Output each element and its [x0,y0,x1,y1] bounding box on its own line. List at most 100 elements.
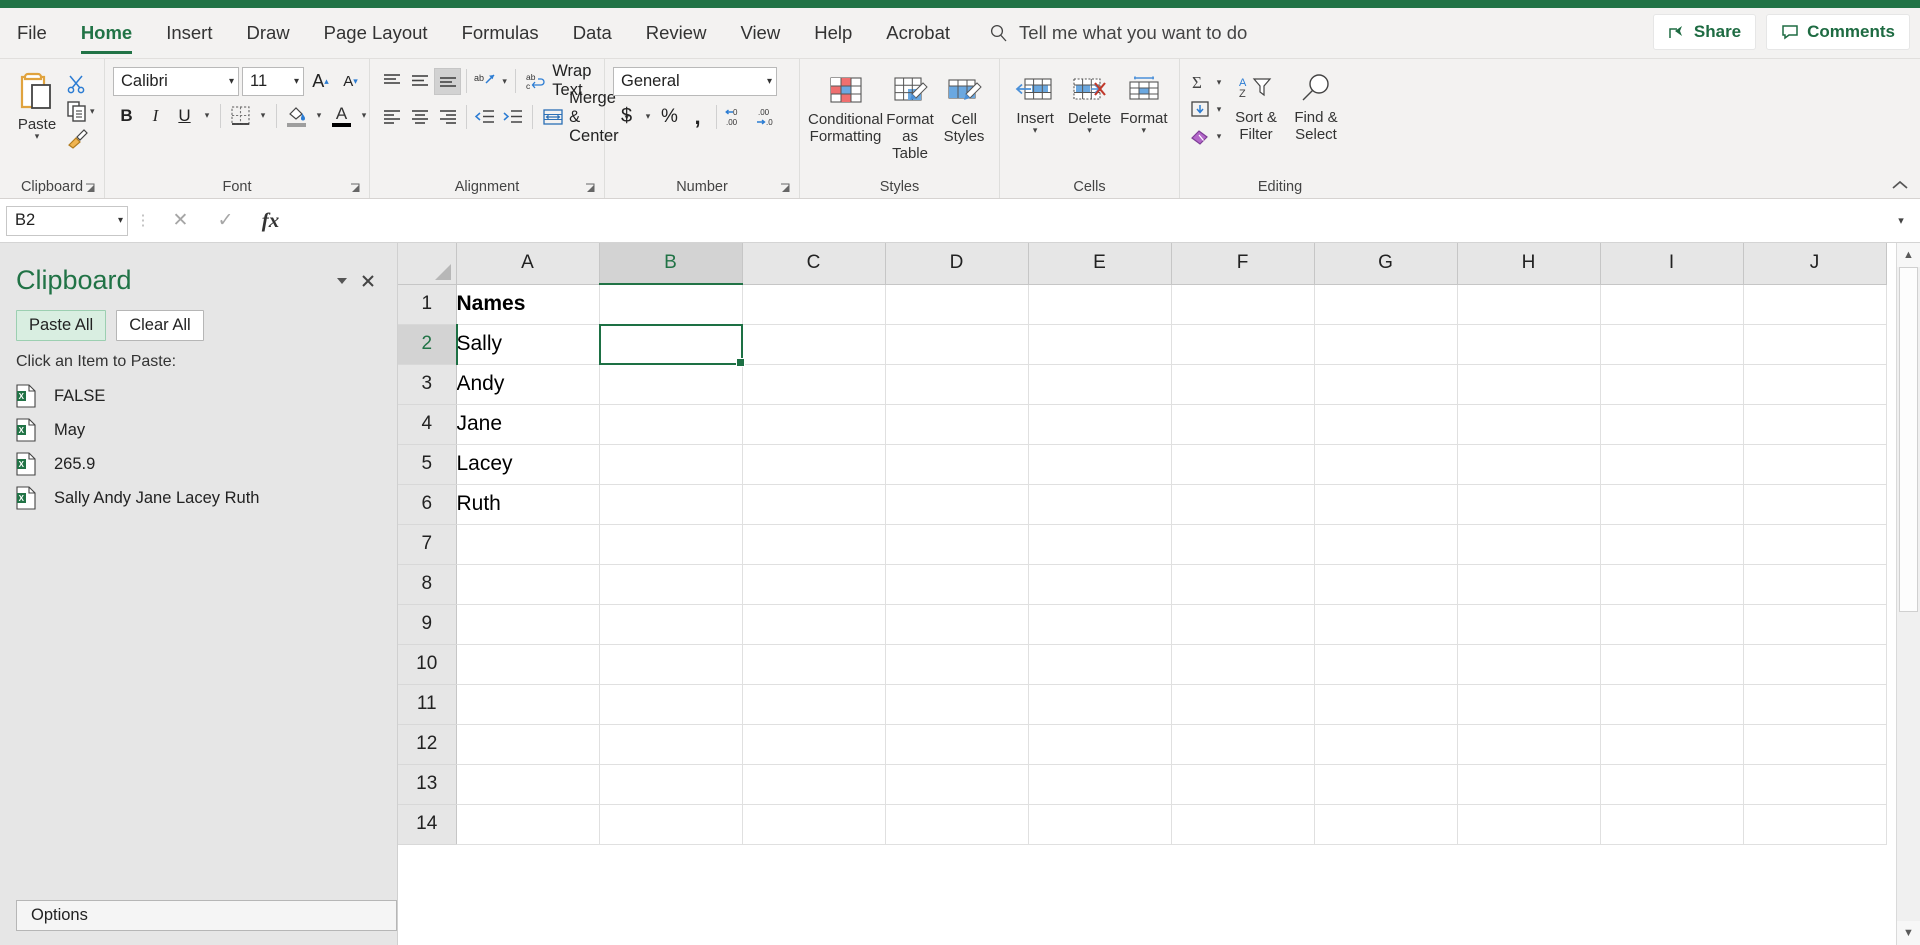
cell-g4[interactable] [1314,404,1457,444]
align-center-button[interactable] [406,104,433,131]
cell-f8[interactable] [1171,564,1314,604]
cell-a7[interactable] [456,524,599,564]
cell-d12[interactable] [885,724,1028,764]
column-header-i[interactable]: I [1600,243,1743,284]
row-header-12[interactable]: 12 [398,724,456,764]
cell-d13[interactable] [885,764,1028,804]
collapse-ribbon-button[interactable] [1890,178,1910,192]
cell-a13[interactable] [456,764,599,804]
cut-button[interactable] [66,71,95,97]
cell-d3[interactable] [885,364,1028,404]
cell-i1[interactable] [1600,284,1743,324]
italic-button[interactable]: I [142,102,169,129]
cell-i3[interactable] [1600,364,1743,404]
cell-e13[interactable] [1028,764,1171,804]
insert-cells-button[interactable]: Insert ▾ [1008,71,1062,134]
cell-e10[interactable] [1028,644,1171,684]
list-item[interactable]: X May [0,413,397,447]
cell-c13[interactable] [742,764,885,804]
cell-g7[interactable] [1314,524,1457,564]
cell-h10[interactable] [1457,644,1600,684]
cell-g10[interactable] [1314,644,1457,684]
chevron-down-icon[interactable]: ▾ [357,110,371,121]
cell-j8[interactable] [1743,564,1886,604]
cell-j12[interactable] [1743,724,1886,764]
comments-button[interactable]: Comments [1766,14,1910,50]
chevron-down-icon[interactable]: ▾ [90,108,95,115]
insert-function-button[interactable]: fx [248,206,293,236]
cell-f6[interactable] [1171,484,1314,524]
cell-a4[interactable]: Jane [456,404,599,444]
tab-insert[interactable]: Insert [149,8,229,58]
close-icon[interactable] [355,268,381,294]
cell-g3[interactable] [1314,364,1457,404]
column-header-c[interactable]: C [742,243,885,284]
expand-formula-bar-button[interactable]: ▾ [1888,214,1914,227]
paste-all-button[interactable]: Paste All [16,310,106,341]
cell-a10[interactable] [456,644,599,684]
cell-e14[interactable] [1028,804,1171,844]
cell-d2[interactable] [885,324,1028,364]
chevron-down-icon[interactable]: ▾ [500,76,510,87]
formula-bar-grip[interactable]: ⋮ [128,218,158,224]
cell-h6[interactable] [1457,484,1600,524]
cell-c11[interactable] [742,684,885,724]
list-item[interactable]: X FALSE [0,379,397,413]
cell-h4[interactable] [1457,404,1600,444]
confirm-entry-button[interactable]: ✓ [203,206,248,236]
select-all-corner[interactable] [398,243,456,284]
cell-e4[interactable] [1028,404,1171,444]
orientation-button[interactable]: ab [472,68,499,95]
cell-g6[interactable] [1314,484,1457,524]
cell-f10[interactable] [1171,644,1314,684]
chevron-down-icon[interactable]: ▾ [641,111,655,122]
autosum-button[interactable]: Σ ▾ [1188,69,1226,95]
row-header-14[interactable]: 14 [398,804,456,844]
cell-a8[interactable] [456,564,599,604]
cell-a2[interactable]: Sally [456,324,599,364]
font-name-combo[interactable]: Calibri ▾ [113,67,239,96]
cell-b12[interactable] [599,724,742,764]
cell-e5[interactable] [1028,444,1171,484]
cell-i2[interactable] [1600,324,1743,364]
cell-g13[interactable] [1314,764,1457,804]
cell-g5[interactable] [1314,444,1457,484]
cell-h12[interactable] [1457,724,1600,764]
chevron-down-icon[interactable]: ▾ [1142,127,1147,134]
cell-d8[interactable] [885,564,1028,604]
cell-e2[interactable] [1028,324,1171,364]
cell-f9[interactable] [1171,604,1314,644]
cell-c6[interactable] [742,484,885,524]
cell-e9[interactable] [1028,604,1171,644]
chevron-down-icon[interactable]: ▾ [1033,127,1038,134]
cell-j14[interactable] [1743,804,1886,844]
font-color-button[interactable]: A [328,102,355,129]
percent-format-button[interactable]: % [656,103,683,130]
cell-c2[interactable] [742,324,885,364]
cell-e11[interactable] [1028,684,1171,724]
cell-f1[interactable] [1171,284,1314,324]
cell-g11[interactable] [1314,684,1457,724]
cell-f2[interactable] [1171,324,1314,364]
cell-e12[interactable] [1028,724,1171,764]
cell-b1[interactable] [599,284,742,324]
tab-formulas[interactable]: Formulas [445,8,556,58]
borders-button[interactable] [227,102,254,129]
cell-i4[interactable] [1600,404,1743,444]
cell-b9[interactable] [599,604,742,644]
align-middle-button[interactable] [406,68,433,95]
paste-button[interactable]: Paste ▾ [8,67,66,140]
cell-b3[interactable] [599,364,742,404]
row-header-7[interactable]: 7 [398,524,456,564]
cell-c3[interactable] [742,364,885,404]
conditional-formatting-button[interactable]: Conditional Formatting [808,71,883,145]
accounting-format-button[interactable]: $ [613,103,640,130]
cell-f11[interactable] [1171,684,1314,724]
format-painter-button[interactable] [66,125,95,151]
chevron-down-icon[interactable]: ▾ [1212,104,1226,115]
row-header-13[interactable]: 13 [398,764,456,804]
fill-color-button[interactable] [283,102,310,129]
vertical-scroll-track[interactable] [1897,267,1920,921]
cell-b6[interactable] [599,484,742,524]
format-cells-button[interactable]: Format ▾ [1117,71,1171,134]
